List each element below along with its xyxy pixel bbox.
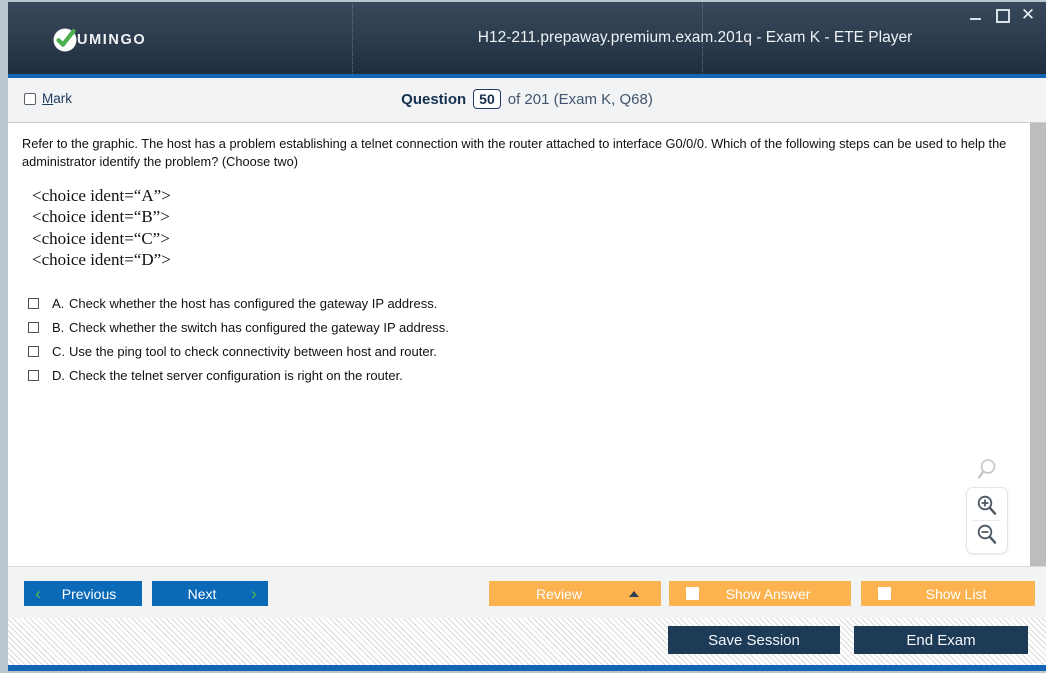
vumingo-check-icon xyxy=(52,27,78,53)
answer-checkbox-a[interactable] xyxy=(28,297,39,309)
chevron-up-icon xyxy=(629,590,639,597)
choice-ident-line: <choice ident=“D”> xyxy=(32,250,171,270)
titlebar-divider-left xyxy=(352,4,353,76)
content-scrollbar[interactable] xyxy=(1030,123,1046,566)
choice-ident-line: <choice ident=“A”> xyxy=(32,186,171,205)
minimize-icon[interactable] xyxy=(968,7,984,23)
question-total-label: of 201 (Exam K, Q68) xyxy=(507,90,653,108)
answer-text-d: Check the telnet server configuration is… xyxy=(69,367,403,383)
magnifier-icon[interactable] xyxy=(977,457,1003,488)
question-word-label: Question xyxy=(401,90,467,108)
answer-option-c[interactable]: C. Use the ping tool to check connectivi… xyxy=(28,339,449,363)
answer-options-list: A. Check whether the host has configured… xyxy=(28,291,449,387)
answer-checkbox-b[interactable] xyxy=(28,321,39,333)
show-list-button-label: Show List xyxy=(925,585,987,602)
maximize-icon[interactable] xyxy=(994,7,1010,23)
choice-ident-block: <choice ident=“A”> <choice ident=“B”> <c… xyxy=(32,185,171,271)
review-button-label: Review xyxy=(536,585,582,602)
show-answer-button[interactable]: Show Answer xyxy=(669,581,851,606)
session-footer: Save Session End Exam xyxy=(8,618,1046,665)
answer-text-a: Check whether the host has configured th… xyxy=(69,295,438,311)
answer-option-a[interactable]: A. Check whether the host has configured… xyxy=(28,291,449,315)
footer-accent-bar xyxy=(8,665,1046,671)
zoom-in-button[interactable] xyxy=(967,492,1007,520)
answer-checkbox-c[interactable] xyxy=(28,345,39,357)
answer-letter-a: A. xyxy=(52,295,65,311)
answer-option-b[interactable]: B. Check whether the switch has configur… xyxy=(28,315,449,339)
question-header-bar: Mark Question 50 of 201 (Exam K, Q68) xyxy=(8,78,1046,123)
save-session-button[interactable]: Save Session xyxy=(668,626,840,654)
zoom-out-icon xyxy=(977,524,997,544)
app-logo: UMINGO xyxy=(52,27,146,53)
answer-checkbox-d[interactable] xyxy=(28,369,39,381)
window-controls: ✕ xyxy=(968,6,1036,23)
close-icon[interactable]: ✕ xyxy=(1020,6,1036,23)
zoom-out-button[interactable] xyxy=(967,521,1007,549)
question-number-input[interactable]: 50 xyxy=(473,89,501,109)
zoom-in-icon xyxy=(977,495,997,515)
review-button[interactable]: Review xyxy=(489,581,661,606)
logo-wordmark: UMINGO xyxy=(77,32,147,48)
previous-button[interactable]: ‹ Previous xyxy=(24,581,142,606)
show-answer-button-label: Show Answer xyxy=(725,585,811,602)
question-text: Refer to the graphic. The host has a pro… xyxy=(22,136,1007,169)
show-list-button[interactable]: Show List xyxy=(861,581,1035,606)
chevron-right-icon: › xyxy=(251,584,257,603)
ete-player-window: UMINGO H12-211.prepaway.premium.exam.201… xyxy=(0,0,1046,673)
title-bar: UMINGO H12-211.prepaway.premium.exam.201… xyxy=(8,2,1046,78)
next-button[interactable]: Next › xyxy=(152,581,268,606)
chevron-left-icon: ‹ xyxy=(35,584,41,603)
window-title-text: H12-211.prepaway.premium.exam.201q - Exa… xyxy=(477,29,913,46)
end-exam-button[interactable]: End Exam xyxy=(854,626,1028,654)
choice-ident-line: <choice ident=“B”> xyxy=(32,207,170,227)
show-list-checkbox[interactable] xyxy=(878,587,891,600)
question-content-area: Refer to the graphic. The host has a pro… xyxy=(8,123,1030,566)
show-answer-checkbox[interactable] xyxy=(686,587,699,600)
navigation-toolbar: ‹ Previous Next › Review Show Answer Sho… xyxy=(8,566,1046,618)
answer-letter-b: B. xyxy=(52,319,65,335)
answer-letter-d: D. xyxy=(52,367,65,383)
next-button-label: Next xyxy=(187,585,217,602)
answer-letter-c: C. xyxy=(52,343,65,359)
question-counter: Question 50 of 201 (Exam K, Q68) xyxy=(8,89,1046,109)
answer-option-d[interactable]: D. Check the telnet server configuration… xyxy=(28,363,449,387)
answer-text-b: Check whether the switch has configured … xyxy=(69,319,449,335)
answer-text-c: Use the ping tool to check connectivity … xyxy=(69,343,437,359)
zoom-panel xyxy=(966,487,1008,554)
choice-ident-line: <choice ident=“C”> xyxy=(32,228,170,248)
previous-button-label: Previous xyxy=(61,585,117,602)
